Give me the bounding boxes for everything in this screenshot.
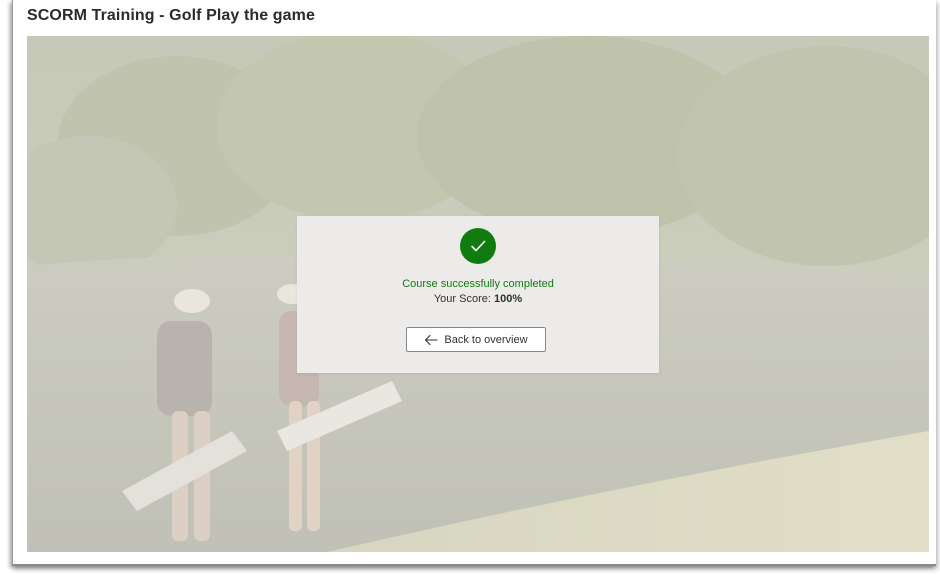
score-line: Your Score: 100% [297,293,659,305]
window-title: SCORM Training - Golf Play the game [27,7,315,24]
back-button-label: Back to overview [444,333,528,346]
completion-status: Course successfully completed [402,278,554,290]
player-window: SCORM Training - Golf Play the game Cour… [12,0,936,566]
arrow-left-icon [424,334,438,346]
score-label: Your Score: [433,293,491,305]
score-value: 100% [494,293,523,305]
back-to-overview-button[interactable]: Back to overview [406,327,546,352]
checkmark-icon [460,228,496,264]
completion-dialog: Course successfully completed Your Score… [297,216,659,373]
course-stage: Course successfully completed Your Score… [27,36,929,552]
